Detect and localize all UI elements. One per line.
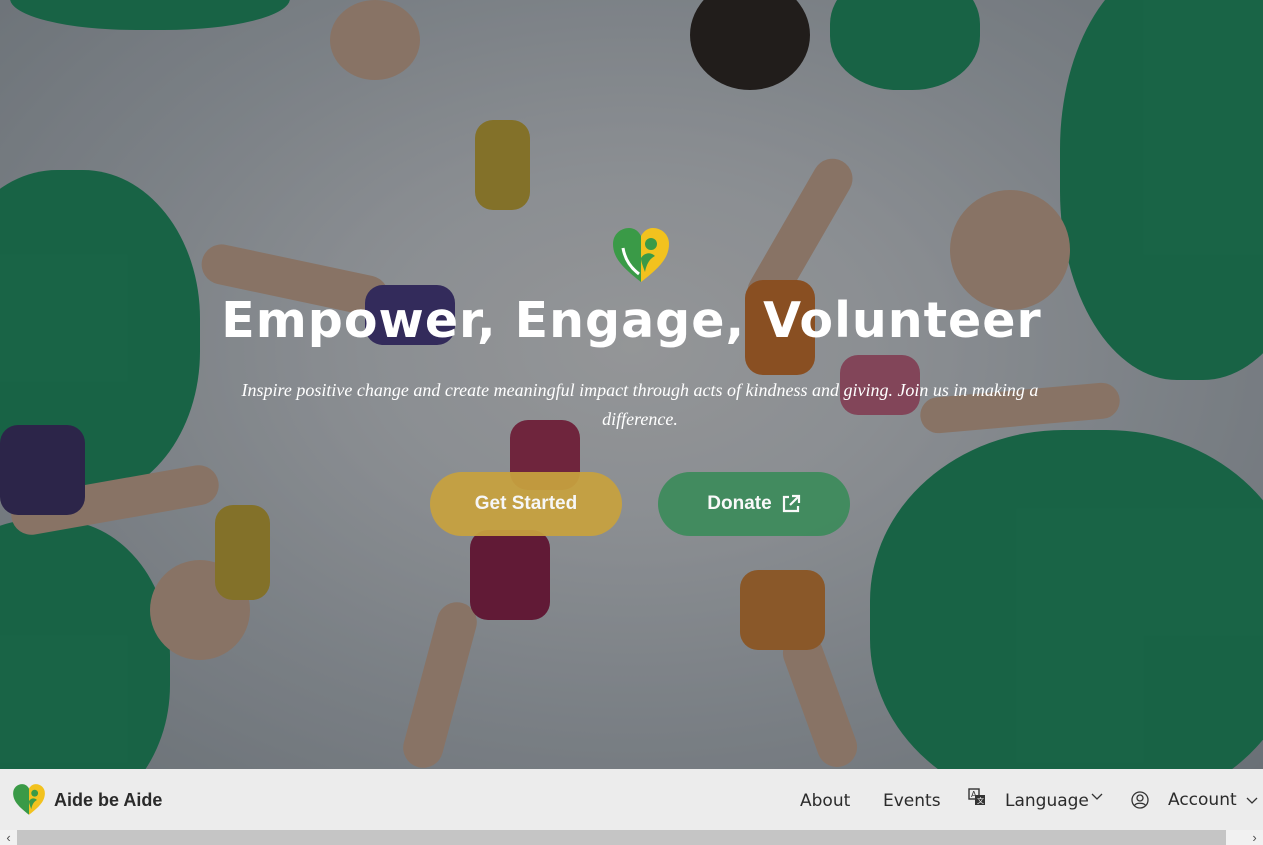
donate-button[interactable]: Donate	[658, 472, 850, 536]
external-link-icon	[782, 494, 800, 513]
navbar: Aide be Aide About Events A 文 Language A…	[0, 769, 1263, 830]
hero-section: Empower, Engage, Volunteer Inspire posit…	[0, 0, 1263, 769]
hero-subtitle: Inspire positive change and create meani…	[241, 380, 1039, 429]
nav-language[interactable]: A 文 Language	[968, 788, 1103, 811]
account-label: Account	[1168, 790, 1237, 810]
horizontal-scrollbar[interactable]: ‹ ›	[0, 830, 1263, 845]
brand-name: Aide be Aide	[54, 789, 163, 810]
user-circle-icon	[1131, 791, 1149, 809]
scrollbar-thumb[interactable]	[17, 830, 1226, 845]
nav-about[interactable]: About	[800, 791, 850, 811]
scroll-right-icon[interactable]: ›	[1246, 830, 1263, 845]
chevron-down-icon	[1246, 797, 1258, 804]
hero-content: Empower, Engage, Volunteer Inspire posit…	[0, 0, 1263, 769]
get-started-label: Get Started	[474, 493, 578, 514]
svg-text:文: 文	[977, 796, 984, 805]
nav-account[interactable]: Account	[1131, 790, 1258, 810]
brand-link[interactable]: Aide be Aide	[12, 783, 162, 817]
translate-icon: A 文	[968, 788, 985, 805]
hero-title: Empower, Engage, Volunteer	[221, 292, 1042, 349]
donate-label: Donate	[707, 493, 772, 514]
nav-events[interactable]: Events	[883, 791, 941, 811]
heart-person-logo	[613, 228, 669, 282]
scroll-left-icon[interactable]: ‹	[0, 830, 17, 845]
chevron-down-icon	[1091, 793, 1103, 800]
brand-logo-icon	[13, 784, 45, 815]
language-label: Language	[1005, 791, 1089, 811]
get-started-button[interactable]: Get Started	[430, 472, 622, 536]
